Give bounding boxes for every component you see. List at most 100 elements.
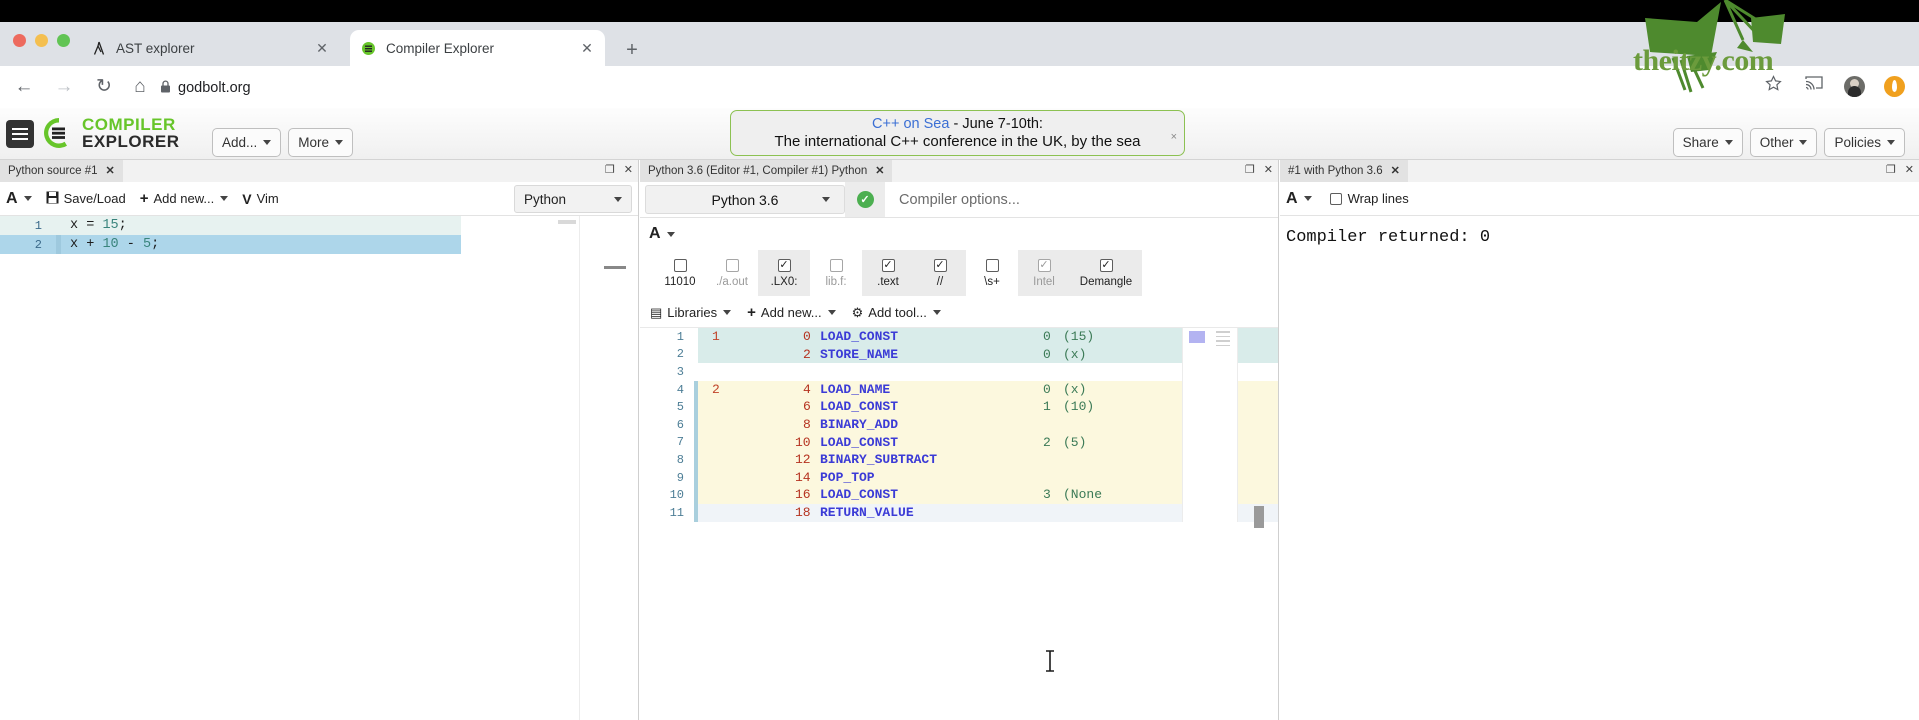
filter-binary[interactable]: 11010 (654, 250, 706, 296)
vim-toggle-button[interactable]: V Vim (242, 191, 279, 207)
assembly-arg: (x) (1063, 381, 1087, 397)
maximize-icon[interactable]: ❐ (1886, 163, 1896, 176)
share-dropdown-button[interactable]: Share (1672, 128, 1743, 157)
filter-whitespace[interactable]: \s+ (966, 250, 1018, 296)
filter-library-functions[interactable]: lib.f: (810, 250, 862, 296)
close-banner-icon[interactable]: × (1171, 131, 1177, 143)
close-tab-button[interactable]: ✕ (579, 40, 595, 57)
close-icon[interactable]: ✕ (1391, 164, 1400, 177)
add-dropdown-button[interactable]: Add... (212, 128, 282, 157)
text-cursor-icon (1044, 650, 1056, 672)
wrap-lines-label: Wrap lines (1347, 191, 1409, 206)
close-icon[interactable]: ✕ (875, 164, 884, 177)
close-icon[interactable]: ✕ (106, 164, 115, 177)
maximize-window-button[interactable] (57, 34, 70, 47)
maximize-icon[interactable]: ❐ (1245, 163, 1255, 176)
window-traffic-lights[interactable] (13, 34, 70, 47)
filter-intel-syntax[interactable]: ✓ Intel (1018, 250, 1070, 296)
close-tab-button[interactable]: ✕ (314, 40, 330, 57)
assembly-op: RETURN_VALUE (820, 504, 914, 520)
filter-label: \s+ (984, 275, 1000, 288)
extension-icon[interactable] (1884, 75, 1905, 97)
more-dropdown-button[interactable]: More (288, 128, 354, 157)
close-window-button[interactable] (13, 34, 26, 47)
code-line[interactable]: 1 x = 15; (0, 216, 638, 235)
checkbox-icon[interactable]: ✓ (777, 258, 791, 272)
code-line[interactable]: 2 x + 10 - 5; (0, 235, 638, 254)
profile-avatar[interactable] (1844, 75, 1865, 97)
checkbox-icon[interactable] (1329, 192, 1342, 205)
save-load-button[interactable]: Save/Load (46, 191, 126, 207)
conference-banner[interactable]: C++ on Sea - June 7-10th: The internatio… (730, 110, 1185, 156)
browser-tab-ast-explorer[interactable]: AST explorer ✕ (80, 30, 340, 66)
font-size-dropdown[interactable]: A (6, 190, 32, 208)
banner-link[interactable]: C++ on Sea (872, 116, 949, 132)
lambda-icon (90, 40, 107, 57)
new-tab-button[interactable]: + (620, 39, 644, 63)
cast-icon[interactable] (1803, 75, 1825, 97)
font-size-dropdown[interactable]: A (1286, 190, 1312, 208)
filter-label: .text (877, 275, 899, 288)
language-select[interactable]: Python (514, 185, 632, 213)
checkbox-icon[interactable]: ✓ (933, 258, 947, 272)
checkbox-icon[interactable] (725, 258, 739, 272)
assembly-output-area[interactable]: 1 1 0 LOAD_CONST 0 (15) 2 2 STORE_NAME 0 (x) 3 4 2 4 LO… (640, 328, 1278, 528)
reload-icon[interactable]: ↻ (92, 75, 116, 99)
assembly-off: 2 (803, 346, 811, 362)
home-icon[interactable]: ⌂ (128, 75, 152, 99)
hamburger-menu-icon[interactable] (6, 120, 34, 148)
filter-labels[interactable]: ✓ .LX0: (758, 250, 810, 296)
star-icon[interactable] (1762, 75, 1784, 97)
output-pane-tab[interactable]: #1 with Python 3.6 ✕ (1280, 159, 1408, 182)
libraries-button[interactable]: ▤ Libraries (650, 305, 732, 321)
line-number: 1 (34, 218, 42, 233)
checkbox-icon[interactable] (985, 258, 999, 272)
editor-minimap-divider (579, 216, 580, 720)
filter-comments[interactable]: ✓ // (914, 250, 966, 296)
compiler-explorer-logo[interactable]: COMPILER EXPLORER (42, 116, 180, 150)
close-icon[interactable]: ✕ (1264, 163, 1273, 176)
policies-dropdown-button[interactable]: Policies (1824, 128, 1905, 157)
forward-icon[interactable]: → (52, 75, 76, 99)
assembly-srcline: 1 (712, 329, 720, 344)
assembly-scrollbar[interactable] (1254, 506, 1264, 528)
source-pane-tab[interactable]: Python source #1 ✕ (0, 159, 123, 182)
compiler-pane-tab[interactable]: Python 3.6 (Editor #1, Compiler #1) Pyth… (640, 159, 893, 182)
compile-status-badge[interactable]: ✓ (845, 182, 885, 217)
assembly-minimap[interactable] (1182, 328, 1238, 522)
compiler-select[interactable]: Python 3.6 (645, 185, 845, 214)
checkbox-icon[interactable] (829, 258, 843, 272)
filter-execute[interactable]: ./a.out (706, 250, 758, 296)
gear-icon: ⚙ (851, 304, 864, 320)
font-size-label: A (649, 225, 661, 242)
editor-scrollbar[interactable] (604, 266, 626, 269)
checkbox-icon[interactable]: ✓ (1037, 258, 1051, 272)
add-dropdown-label: Add... (222, 135, 258, 150)
url-text: godbolt.org (178, 79, 251, 96)
compiler-output-text-area[interactable]: Compiler returned: 0 (1280, 216, 1919, 247)
assembly-line-number: 11 (669, 505, 684, 520)
assembly-arg: 0 (1043, 381, 1051, 397)
add-new-button[interactable]: + Add new... (747, 304, 836, 321)
close-icon[interactable]: ✕ (1905, 163, 1914, 176)
checkbox-icon[interactable]: ✓ (1099, 258, 1113, 272)
filter-directives[interactable]: ✓ .text (862, 250, 914, 296)
checkbox-icon[interactable] (673, 258, 687, 272)
other-dropdown-button[interactable]: Other (1749, 128, 1818, 157)
compiler-options-input[interactable]: Compiler options... (885, 182, 1278, 217)
add-new-button[interactable]: + Add new... (140, 190, 229, 207)
add-tool-button[interactable]: ⚙ Add tool... (852, 305, 941, 321)
browser-tab-compiler-explorer[interactable]: Compiler Explorer ✕ (350, 30, 605, 66)
wrap-lines-toggle[interactable]: Wrap lines (1329, 191, 1409, 206)
checkbox-icon[interactable]: ✓ (881, 258, 895, 272)
chevron-down-icon (723, 310, 732, 315)
maximize-icon[interactable]: ❐ (605, 163, 615, 176)
source-code-area[interactable]: 1 x = 15; 2 x + 10 - 5; (0, 216, 638, 720)
font-size-dropdown[interactable]: A (649, 225, 675, 243)
filter-demangle[interactable]: ✓ Demangle (1070, 250, 1142, 296)
address-bar[interactable]: godbolt.org (160, 76, 251, 99)
minimize-window-button[interactable] (35, 34, 48, 47)
back-icon[interactable]: ← (12, 75, 36, 99)
close-icon[interactable]: ✕ (624, 163, 633, 176)
source-editor-toolbar: A Save/Load + Add new... V Vim Python (0, 182, 638, 216)
